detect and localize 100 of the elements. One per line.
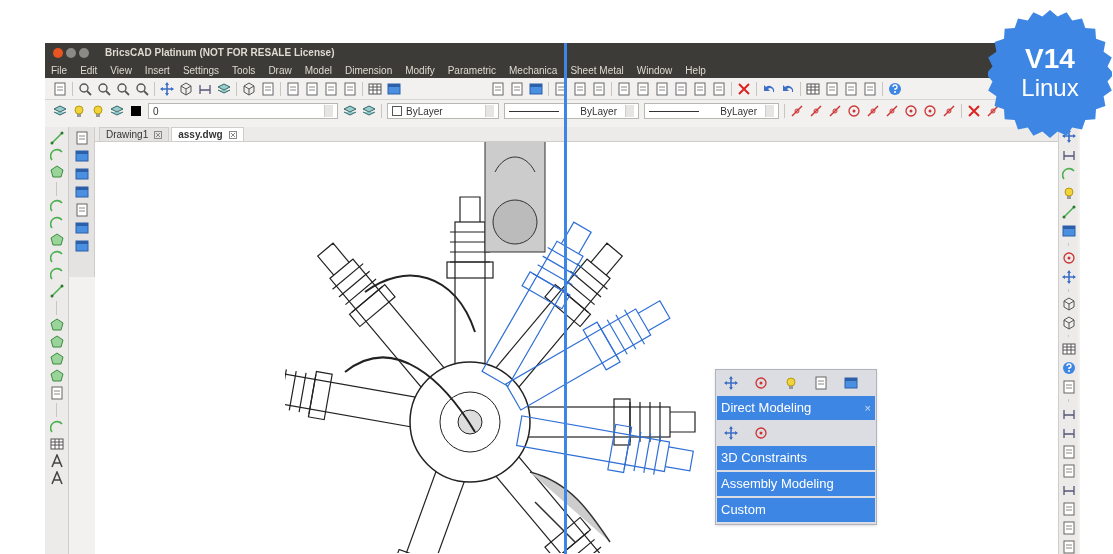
page-icon[interactable] bbox=[712, 81, 726, 96]
snap-icon[interactable] bbox=[809, 104, 823, 118]
zoom-icon[interactable] bbox=[135, 81, 149, 96]
page-icon[interactable] bbox=[617, 81, 631, 96]
page-icon[interactable] bbox=[49, 386, 64, 400]
menu-item[interactable]: Help bbox=[685, 62, 706, 78]
move-icon[interactable] bbox=[724, 426, 738, 440]
page-icon[interactable] bbox=[491, 81, 505, 96]
quad-menu-header[interactable]: Direct Modeling × bbox=[717, 396, 875, 420]
arc-icon[interactable] bbox=[49, 250, 64, 264]
linetype-dropdown[interactable]: ByLayer bbox=[504, 103, 639, 119]
menu-item[interactable]: File bbox=[51, 62, 68, 78]
menu-item[interactable]: Mechanica bbox=[509, 62, 558, 78]
page-icon[interactable] bbox=[674, 81, 688, 96]
circle-snap-icon[interactable] bbox=[754, 376, 768, 390]
page-icon[interactable] bbox=[343, 81, 357, 96]
snap-icon[interactable] bbox=[828, 104, 842, 118]
window-icon[interactable] bbox=[529, 81, 543, 96]
snap-icon[interactable] bbox=[790, 104, 804, 118]
page-icon[interactable] bbox=[53, 81, 67, 96]
line-icon[interactable] bbox=[49, 131, 64, 145]
layers-icon[interactable] bbox=[53, 104, 67, 118]
polygon-icon[interactable] bbox=[49, 335, 64, 349]
circle-snap-icon[interactable] bbox=[847, 104, 861, 118]
page-icon[interactable] bbox=[1061, 502, 1076, 516]
page-icon[interactable] bbox=[573, 81, 587, 96]
drawing-canvas[interactable]: Direct Modeling × 3D Constraints Assembly Modeling Custom bbox=[95, 142, 1058, 554]
page-icon[interactable] bbox=[510, 81, 524, 96]
bulb-icon[interactable] bbox=[72, 104, 86, 118]
page-icon[interactable] bbox=[74, 203, 89, 217]
circle-snap-icon[interactable] bbox=[923, 104, 937, 118]
close-icon[interactable] bbox=[737, 81, 751, 96]
page-icon[interactable] bbox=[655, 81, 669, 96]
window-icon[interactable] bbox=[74, 239, 89, 253]
window-icon[interactable] bbox=[844, 376, 858, 390]
menu-item[interactable]: Draw bbox=[268, 62, 292, 78]
close-button[interactable] bbox=[53, 47, 63, 58]
page-icon[interactable] bbox=[261, 81, 275, 96]
menu-item[interactable]: Edit bbox=[80, 62, 98, 78]
polygon-icon[interactable] bbox=[49, 165, 64, 179]
arc-icon[interactable] bbox=[49, 148, 64, 162]
help-icon[interactable] bbox=[888, 81, 902, 96]
dimension-icon[interactable] bbox=[1061, 483, 1076, 497]
menu-item[interactable]: Settings bbox=[182, 62, 219, 78]
table-icon[interactable] bbox=[1061, 342, 1076, 357]
window-icon[interactable] bbox=[74, 221, 89, 235]
window-icon[interactable] bbox=[74, 167, 89, 181]
cube-icon[interactable] bbox=[242, 81, 256, 96]
menu-item[interactable]: Model bbox=[304, 62, 332, 78]
window-icon[interactable] bbox=[74, 149, 89, 163]
page-icon[interactable] bbox=[286, 81, 300, 96]
color-dropdown[interactable]: ByLayer bbox=[387, 103, 499, 119]
circle-snap-icon[interactable] bbox=[904, 104, 918, 118]
layers-icon[interactable] bbox=[110, 104, 124, 118]
quad-menu-item[interactable]: Custom bbox=[717, 498, 875, 522]
move-icon[interactable] bbox=[724, 376, 738, 390]
text-icon[interactable] bbox=[49, 454, 64, 468]
circle-snap-icon[interactable] bbox=[1061, 250, 1076, 265]
page-icon[interactable] bbox=[1061, 380, 1076, 395]
polygon-icon[interactable] bbox=[49, 352, 64, 366]
zoom-icon[interactable] bbox=[78, 81, 92, 96]
layers-icon[interactable] bbox=[343, 104, 357, 118]
line-icon[interactable] bbox=[49, 284, 64, 298]
document-tab[interactable]: assy.dwg bbox=[171, 127, 244, 141]
table-icon[interactable] bbox=[49, 437, 64, 451]
arc-icon[interactable] bbox=[1061, 167, 1076, 181]
arc-icon[interactable] bbox=[49, 420, 64, 434]
page-icon[interactable] bbox=[305, 81, 319, 96]
close-icon[interactable] bbox=[967, 104, 981, 118]
menu-item[interactable]: Insert bbox=[144, 62, 170, 78]
page-icon[interactable] bbox=[1061, 464, 1076, 478]
page-icon[interactable] bbox=[1061, 445, 1076, 459]
arc-icon[interactable] bbox=[49, 267, 64, 281]
close-icon[interactable] bbox=[154, 130, 163, 139]
move-icon[interactable] bbox=[1061, 269, 1076, 284]
menu-item[interactable]: Tools bbox=[232, 62, 256, 78]
page-icon[interactable] bbox=[636, 81, 650, 96]
page-icon[interactable] bbox=[1061, 521, 1076, 535]
snap-icon[interactable] bbox=[885, 104, 899, 118]
zoom-icon[interactable] bbox=[116, 81, 130, 96]
cube-icon[interactable] bbox=[1061, 296, 1076, 311]
page-icon[interactable] bbox=[1061, 540, 1076, 554]
layers-icon[interactable] bbox=[217, 81, 231, 96]
table-icon[interactable] bbox=[368, 81, 382, 96]
cube-icon[interactable] bbox=[179, 81, 193, 96]
menu-item[interactable]: View bbox=[110, 62, 132, 78]
minimize-button[interactable] bbox=[66, 47, 76, 58]
page-icon[interactable] bbox=[814, 376, 828, 390]
circle-snap-icon[interactable] bbox=[754, 426, 768, 440]
window-icon[interactable] bbox=[387, 81, 401, 96]
menu-item[interactable]: Sheet Metal bbox=[570, 62, 624, 78]
dimension-icon[interactable] bbox=[1061, 426, 1076, 440]
polygon-icon[interactable] bbox=[49, 369, 64, 383]
arc-icon[interactable] bbox=[49, 216, 64, 230]
bulb-icon[interactable] bbox=[784, 376, 798, 390]
page-icon[interactable] bbox=[592, 81, 606, 96]
table-icon[interactable] bbox=[806, 81, 820, 96]
bulb-icon[interactable] bbox=[91, 104, 105, 118]
layers-icon[interactable] bbox=[362, 104, 376, 118]
window-icon[interactable] bbox=[74, 185, 89, 199]
